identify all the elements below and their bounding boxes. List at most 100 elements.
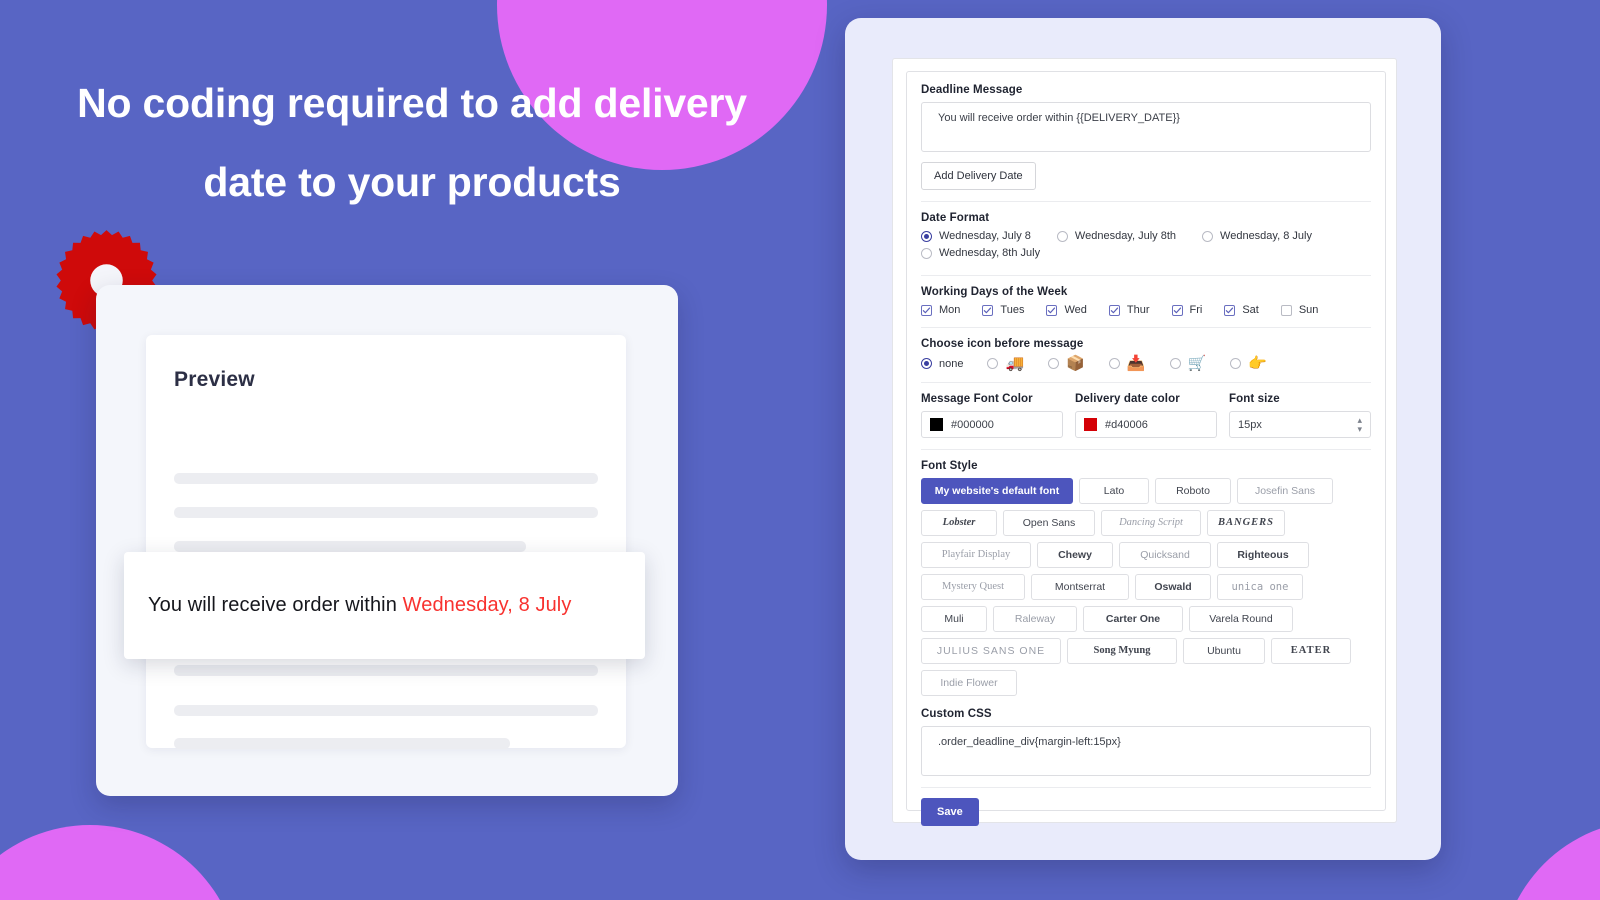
icon-option-pointing-hand-icon[interactable]: 👉 <box>1230 356 1267 371</box>
working-day-thur[interactable]: Thur <box>1108 304 1150 316</box>
preview-card: Preview <box>146 335 626 749</box>
color-swatch[interactable] <box>1084 418 1097 431</box>
font-style-options: My website's default font Lato Roboto Josef… <box>921 478 1371 696</box>
working-day-mon[interactable]: Mon <box>921 304 960 316</box>
color-swatch[interactable] <box>930 418 943 431</box>
font-chip-carter-one[interactable]: Carter One <box>1083 606 1183 632</box>
radio-icon[interactable] <box>1230 358 1242 369</box>
font-chip-mystery-quest[interactable]: Mystery Quest <box>921 574 1025 600</box>
delivery-message-prefix: You will receive order within <box>148 594 403 616</box>
date-format-option-3[interactable]: Wednesday, 8th July <box>921 247 1345 259</box>
divider <box>921 787 1371 788</box>
checkbox-icon[interactable] <box>1224 304 1236 316</box>
icon-option-truck-icon[interactable]: 🚚 <box>987 356 1024 371</box>
color-size-row: Message Font Color #000000 Delivery date… <box>921 393 1371 438</box>
date-format-option-1[interactable]: Wednesday, July 8th <box>1056 230 1176 242</box>
font-chip-eater[interactable]: EATER <box>1271 638 1351 664</box>
font-chip-lobster[interactable]: Lobster <box>921 510 997 536</box>
font-size-label: Font size <box>1229 393 1280 405</box>
font-chip-unica-one[interactable]: unica one <box>1217 574 1303 600</box>
working-day-label: Sat <box>1242 304 1259 316</box>
font-chip-julius-sans-one[interactable]: JULIUS SANS ONE <box>921 638 1061 664</box>
radio-icon[interactable] <box>1056 230 1068 242</box>
font-chip-quicksand[interactable]: Quicksand <box>1119 542 1211 568</box>
radio-icon[interactable] <box>1048 358 1060 369</box>
promo-banner: No coding required to add delivery date … <box>0 0 1600 900</box>
font-chip-muli[interactable]: Muli <box>921 606 987 632</box>
date-format-option-0[interactable]: Wednesday, July 8 <box>921 230 1031 242</box>
font-chip-josefin-sans[interactable]: Josefin Sans <box>1237 478 1333 504</box>
working-days-label: Working Days of the Week <box>921 286 1068 298</box>
font-chip-dancing-script[interactable]: Dancing Script <box>1101 510 1201 536</box>
deadline-message-input[interactable]: You will receive order within {{DELIVERY… <box>921 102 1371 152</box>
message-font-color-input[interactable]: #000000 <box>921 411 1063 438</box>
font-chip-lato[interactable]: Lato <box>1079 478 1149 504</box>
font-chip-varela-round[interactable]: Varela Round <box>1189 606 1293 632</box>
custom-css-label: Custom CSS <box>921 708 992 720</box>
decorative-circle-bottom-right <box>1500 820 1600 900</box>
message-font-color-label: Message Font Color <box>921 393 1033 405</box>
save-button[interactable]: Save <box>921 798 979 826</box>
working-day-tues[interactable]: Tues <box>982 304 1024 316</box>
skeleton-line <box>174 473 598 484</box>
delivery-message-text: You will receive order within Wednesday,… <box>148 594 571 617</box>
divider <box>921 382 1371 383</box>
font-chip-raleway[interactable]: Raleway <box>993 606 1077 632</box>
working-day-label: Fri <box>1189 304 1203 316</box>
font-size-value: 15px <box>1238 418 1262 431</box>
delivery-date-color-input[interactable]: #d40006 <box>1075 411 1217 438</box>
add-delivery-date-button[interactable]: Add Delivery Date <box>921 162 1036 190</box>
checkbox-icon[interactable] <box>1171 304 1183 316</box>
date-format-option-label: Wednesday, 8th July <box>939 247 1041 259</box>
message-font-color-value: #000000 <box>951 418 994 431</box>
font-chip-chewy[interactable]: Chewy <box>1037 542 1113 568</box>
checkbox-icon[interactable] <box>1280 304 1292 316</box>
checkbox-icon[interactable] <box>982 304 994 316</box>
font-chip-oswald[interactable]: Oswald <box>1135 574 1211 600</box>
radio-icon[interactable] <box>987 358 999 369</box>
date-format-option-2[interactable]: Wednesday, 8 July <box>1202 230 1312 242</box>
working-days-options: Mon Tues Wed Thur Fri Sat Sun <box>921 304 1371 316</box>
radio-icon[interactable] <box>921 358 932 369</box>
icon-option-inbox-tray-icon[interactable]: 📥 <box>1108 356 1146 371</box>
working-day-fri[interactable]: Fri <box>1171 304 1203 316</box>
icon-option-none[interactable]: none <box>921 358 963 370</box>
font-chip-bangers[interactable]: BANGERS <box>1207 510 1285 536</box>
font-style-label: Font Style <box>921 460 978 472</box>
font-chip-open-sans[interactable]: Open Sans <box>1003 510 1095 536</box>
font-chip-ubuntu[interactable]: Ubuntu <box>1183 638 1265 664</box>
working-day-sun[interactable]: Sun <box>1280 304 1319 316</box>
icon-option-cart-icon[interactable]: 🛒 <box>1169 355 1207 372</box>
cart-icon: 🛒 <box>1187 355 1207 372</box>
delivery-message-date: Wednesday, 8 July <box>402 594 572 616</box>
font-chip-montserrat[interactable]: Montserrat <box>1031 574 1129 600</box>
font-chip-song-myung[interactable]: Song Myung <box>1067 638 1177 664</box>
working-day-wed[interactable]: Wed <box>1046 304 1087 316</box>
working-day-label: Sun <box>1298 304 1319 316</box>
checkbox-icon[interactable] <box>1046 304 1058 316</box>
delivery-message-callout: You will receive order within Wednesday,… <box>124 552 645 659</box>
font-chip-playfair-display[interactable]: Playfair Display <box>921 542 1031 568</box>
radio-icon[interactable] <box>1169 358 1181 369</box>
font-size-field: Font size 15px ▴ ▾ <box>1229 393 1371 438</box>
radio-icon[interactable] <box>1108 358 1120 369</box>
stepper-arrows-icon[interactable]: ▴ ▾ <box>1357 415 1362 434</box>
font-chip-my-website-s-default-font[interactable]: My website's default font <box>921 478 1073 504</box>
radio-icon[interactable] <box>921 247 932 259</box>
radio-icon[interactable] <box>1202 230 1214 242</box>
font-chip-roboto[interactable]: Roboto <box>1155 478 1231 504</box>
date-format-option-label: Wednesday, July 8 <box>939 230 1031 242</box>
working-day-label: Tues <box>1000 304 1025 316</box>
date-format-label: Date Format <box>921 212 990 224</box>
radio-icon[interactable] <box>921 230 932 242</box>
font-size-stepper[interactable]: 15px ▴ ▾ <box>1229 411 1371 438</box>
divider <box>921 201 1371 202</box>
working-day-sat[interactable]: Sat <box>1224 304 1259 316</box>
font-chip-righteous[interactable]: Righteous <box>1217 542 1309 568</box>
font-chip-indie-flower[interactable]: Indie Flower <box>921 670 1017 696</box>
date-format-option-label: Wednesday, 8 July <box>1220 230 1312 242</box>
checkbox-icon[interactable] <box>921 304 932 316</box>
checkbox-icon[interactable] <box>1108 304 1120 316</box>
custom-css-input[interactable]: .order_deadline_div{margin-left:15px} <box>921 726 1371 776</box>
icon-option-package-icon[interactable]: 📦 <box>1048 356 1085 371</box>
